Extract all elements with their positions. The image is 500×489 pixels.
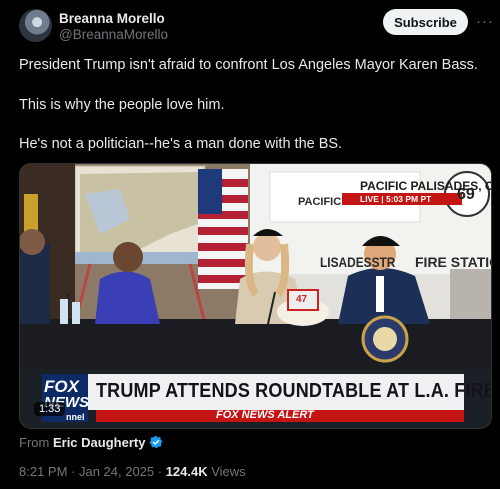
headline-text: TRUMP ATTENDS ROUNDTABLE AT L.A. FIREHOU… [96, 380, 492, 402]
live-badge: LIVE | 5:03 PM PT [342, 193, 462, 205]
sign-street: LISADESSTR [320, 254, 396, 270]
attribution-source[interactable]: Eric Daugherty [53, 435, 145, 450]
author-handle[interactable]: @BreannaMorello [59, 27, 168, 42]
views-count: 124.4K [165, 464, 208, 479]
more-icon[interactable]: ··· [476, 13, 494, 30]
sign-fire-station: FIRE STATION [415, 254, 491, 270]
video-player[interactable]: PACIFIC PALISADES, CA LIVE | 5:03 PM PT … [19, 163, 492, 429]
author-name[interactable]: Breanna Morello [59, 11, 165, 26]
subscribe-button[interactable]: Subscribe [383, 9, 468, 35]
post: Breanna Morello @BreannaMorello Subscrib… [0, 0, 500, 489]
post-meta: 8:21 PM · Jan 24, 2025 · 124.4K Views [19, 464, 246, 479]
attribution: From Eric Daugherty [19, 435, 163, 452]
post-text-line-2: This is why the people love him. [19, 97, 225, 113]
post-text-line-3: He's not a politician--he's a man done w… [19, 136, 343, 152]
attribution-prefix: From [19, 435, 50, 450]
headline-banner: TRUMP ATTENDS ROUNDTABLE AT L.A. FIREHOU… [42, 374, 491, 410]
post-text-line-1: President Trump isn't afraid to confront… [19, 57, 478, 73]
video-duration: 1:33 [34, 402, 66, 416]
station-number: 69 [457, 186, 475, 203]
author-avatar[interactable] [19, 9, 52, 42]
channel-label: nnel [66, 412, 85, 422]
verified-badge-icon [149, 435, 163, 452]
sign-pacific: PACIFIC [298, 196, 342, 208]
alert-text: FOX NEWS ALERT [216, 409, 314, 421]
helmet-number: 47 [296, 294, 308, 305]
post-time[interactable]: 8:21 PM · Jan 24, 2025 · [19, 464, 166, 479]
views-label: Views [207, 464, 246, 479]
